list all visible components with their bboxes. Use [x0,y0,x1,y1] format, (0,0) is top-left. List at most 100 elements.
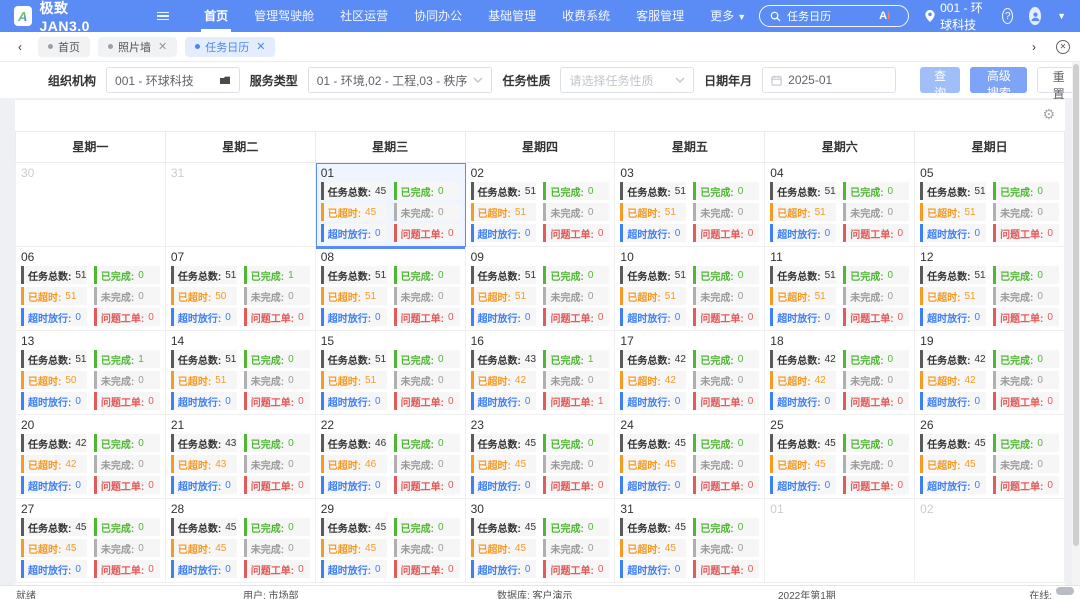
calendar-cell-01[interactable]: 01任务总数:45已完成:0已超时:45未完成:0超时放行:0问题工单:0 [316,163,466,247]
tab-照片墙[interactable]: 照片墙✕ [98,37,177,57]
menu-item-更多[interactable]: 更多▼ [697,0,759,32]
calendar-cell-17[interactable]: 17任务总数:42已完成:0已超时:42未完成:0超时放行:0问题工单:0 [615,331,765,415]
calendar-cell-25[interactable]: 25任务总数:45已完成:0已超时:45未完成:0超时放行:0问题工单:0 [765,415,915,499]
calendar-cell-26[interactable]: 26任务总数:45已完成:0已超时:45未完成:0超时放行:0问题工单:0 [915,415,1065,499]
stat-problem: 问题工单:0 [394,560,460,578]
stat-completed: 已完成:0 [693,434,759,452]
tab-close-icon[interactable]: ✕ [158,40,167,53]
calendar-cell-15[interactable]: 15任务总数:51已完成:0已超时:51未完成:0超时放行:0问题工单:0 [316,331,466,415]
stat-incomplete: 未完成:0 [94,287,160,305]
stat-problem: 问题工单:0 [843,224,909,242]
calendar-cell-11[interactable]: 11任务总数:51已完成:0已超时:51未完成:0超时放行:0问题工单:0 [765,247,915,331]
calendar-cell-18[interactable]: 18任务总数:42已完成:0已超时:42未完成:0超时放行:0问题工单:0 [765,331,915,415]
advanced-search-button[interactable]: 高级搜索 [970,67,1027,93]
calendar-cell-02[interactable]: 02 [915,499,1065,583]
calendar-cell-30[interactable]: 30任务总数:45已完成:0已超时:45未完成:0超时放行:0问题工单:0 [466,499,616,583]
calendar-cell-22[interactable]: 22任务总数:46已完成:0已超时:46未完成:0超时放行:0问题工单:0 [316,415,466,499]
stat-pass: 超时放行:0 [770,308,836,326]
stat-pass: 超时放行:0 [321,392,387,410]
calendar-cell-31[interactable]: 31 [166,163,316,247]
tab-任务日历[interactable]: 任务日历✕ [185,37,275,57]
calendar-cell-30[interactable]: 30 [16,163,166,247]
stat-problem: 问题工单:0 [693,476,759,494]
menu-item-首页[interactable]: 首页 [191,0,241,32]
calendar-cell-16[interactable]: 16任务总数:43已完成:1已超时:42未完成:0超时放行:0问题工单:1 [466,331,616,415]
close-all-tabs-icon[interactable]: ✕ [1056,40,1070,54]
stat-incomplete: 未完成:0 [94,371,160,389]
date-filter-input[interactable] [762,67,896,93]
stat-incomplete: 未完成:0 [993,203,1059,221]
cell-date: 17 [620,333,759,350]
calendar-cell-23[interactable]: 23任务总数:45已完成:0已超时:45未完成:0超时放行:0问题工单:0 [466,415,616,499]
org-filter-value[interactable] [115,73,213,87]
nature-filter-select[interactable]: 请选择任务性质 [560,67,694,93]
calendar-cell-06[interactable]: 06任务总数:51已完成:0已超时:51未完成:0超时放行:0问题工单:0 [16,247,166,331]
calendar-cell-09[interactable]: 09任务总数:51已完成:0已超时:51未完成:0超时放行:0问题工单:0 [466,247,616,331]
ai-assistant-icon[interactable]: Ai [879,10,890,22]
calendar-cell-08[interactable]: 08任务总数:51已完成:0已超时:51未完成:0超时放行:0问题工单:0 [316,247,466,331]
menu-item-协同办公[interactable]: 协同办公 [401,0,475,32]
org-picker-icon[interactable] [219,75,231,85]
calendar-cell-04[interactable]: 04任务总数:51已完成:0已超时:51未完成:0超时放行:0问题工单:0 [765,163,915,247]
org-selector[interactable]: 001 - 环球科技 [925,0,986,33]
scrollbar-thumb[interactable] [1073,64,1079,546]
stat-overdue: 已超时:45 [620,539,686,557]
tab-close-icon[interactable]: ✕ [256,40,265,53]
menu-item-管理驾驶舱[interactable]: 管理驾驶舱 [241,0,327,32]
calendar-cell-29[interactable]: 29任务总数:45已完成:0已超时:45未完成:0超时放行:0问题工单:0 [316,499,466,583]
status-bar: 就绪 用户: 市场部 数据库: 客户演示 2022年第1期 在线: [0,585,1080,599]
stat-overdue: 已超时:51 [920,287,986,305]
stat-total: 任务总数:51 [171,350,237,368]
stat-problem: 问题工单:0 [543,224,609,242]
gear-icon[interactable]: ⚙ [1042,106,1055,123]
cell-date: 03 [620,165,759,182]
calendar-cell-12[interactable]: 12任务总数:51已完成:0已超时:51未完成:0超时放行:0问题工单:0 [915,247,1065,331]
calendar-cell-27[interactable]: 27任务总数:45已完成:0已超时:45未完成:0超时放行:0问题工单:0 [16,499,166,583]
vertical-scrollbar[interactable] [1072,62,1080,585]
tabs-scroll-left-icon[interactable]: ‹ [10,40,30,54]
menu-item-基础管理[interactable]: 基础管理 [475,0,549,32]
calendar-cell-07[interactable]: 07任务总数:51已完成:1已超时:50未完成:0超时放行:0问题工单:0 [166,247,316,331]
stat-total: 任务总数:46 [321,434,387,452]
stat-total: 任务总数:43 [471,350,537,368]
stat-pass: 超时放行:0 [620,476,686,494]
calendar-cell-13[interactable]: 13任务总数:51已完成:1已超时:50未完成:0超时放行:0问题工单:0 [16,331,166,415]
query-button[interactable]: 查询 [920,67,961,93]
calendar-cell-24[interactable]: 24任务总数:45已完成:0已超时:45未完成:0超时放行:0问题工单:0 [615,415,765,499]
user-avatar[interactable] [1029,7,1041,25]
calendar-cell-02[interactable]: 02任务总数:51已完成:0已超时:51未完成:0超时放行:0问题工单:0 [466,163,616,247]
tabs-scroll-right-icon[interactable]: › [1024,40,1044,54]
calendar-cell-03[interactable]: 03任务总数:51已完成:0已超时:51未完成:0超时放行:0问题工单:0 [615,163,765,247]
calendar-cell-31[interactable]: 31任务总数:45已完成:0已超时:45未完成:0超时放行:0问题工单:0 [615,499,765,583]
help-icon[interactable]: ? [1002,8,1013,24]
stat-completed: 已完成:0 [94,518,160,536]
calendar-grid: 303101任务总数:45已完成:0已超时:45未完成:0超时放行:0问题工单:… [15,163,1065,583]
search-input[interactable] [787,10,873,22]
calendar-cell-20[interactable]: 20任务总数:42已完成:0已超时:42未完成:0超时放行:0问题工单:0 [16,415,166,499]
menu-item-收费系统[interactable]: 收费系统 [549,0,623,32]
date-filter-value[interactable] [788,73,887,87]
menu-item-社区运营[interactable]: 社区运营 [327,0,401,32]
stat-total: 任务总数:45 [321,518,387,536]
org-filter-input[interactable] [106,67,240,93]
stat-completed: 已完成:0 [693,266,759,284]
topbar: A 极致JAN3.0 首页管理驾驶舱社区运营协同办公基础管理收费系统客服管理更多… [0,0,1080,32]
calendar-cell-14[interactable]: 14任务总数:51已完成:0已超时:51未完成:0超时放行:0问题工单:0 [166,331,316,415]
menu-item-客服管理[interactable]: 客服管理 [623,0,697,32]
calendar-cell-21[interactable]: 21任务总数:43已完成:0已超时:43未完成:0超时放行:0问题工单:0 [166,415,316,499]
stat-overdue: 已超时:51 [620,287,686,305]
service-filter-select[interactable]: 01 - 环境,02 - 工程,03 - 秩序 [308,67,493,93]
calendar-cell-19[interactable]: 19任务总数:42已完成:0已超时:42未完成:0超时放行:0问题工单:0 [915,331,1065,415]
stat-problem: 问题工单:0 [244,392,310,410]
calendar-cell-05[interactable]: 05任务总数:51已完成:0已超时:51未完成:0超时放行:0问题工单:0 [915,163,1065,247]
status-ready: 就绪 [16,587,36,599]
menu-collapse-icon[interactable] [157,12,169,21]
stat-completed: 已完成:0 [543,434,609,452]
stat-overdue: 已超时:42 [920,371,986,389]
global-search[interactable]: Ai [759,5,909,27]
calendar-cell-01[interactable]: 01 [765,499,915,583]
user-menu-caret-icon[interactable]: ▼ [1057,11,1066,21]
tab-首页[interactable]: 首页 [38,37,90,57]
calendar-cell-28[interactable]: 28任务总数:45已完成:0已超时:45未完成:0超时放行:0问题工单:0 [166,499,316,583]
calendar-cell-10[interactable]: 10任务总数:51已完成:0已超时:51未完成:0超时放行:0问题工单:0 [615,247,765,331]
